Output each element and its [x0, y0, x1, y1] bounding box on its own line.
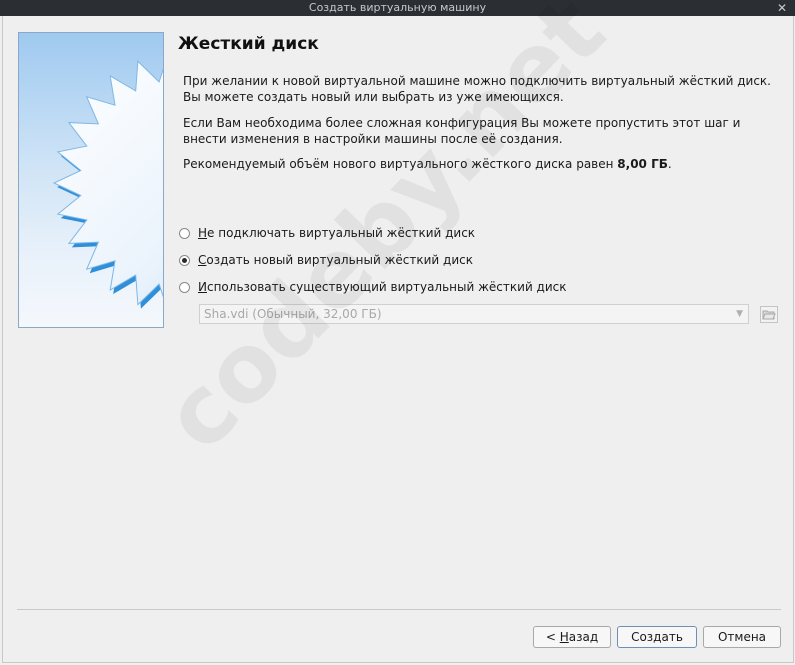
intro-text: При желании к новой виртуальной машине м…: [183, 74, 771, 104]
existing-disk-value: Sha.vdi (Обычный, 32,00 ГБ): [204, 307, 382, 321]
close-icon[interactable]: ✕: [777, 0, 787, 16]
radio-label: Не подключать виртуальный жёсткий диск: [198, 226, 476, 240]
create-button[interactable]: Создать: [617, 626, 697, 648]
radio-label: Использовать существующий виртуальный жё…: [198, 280, 567, 294]
window-title: Создать виртуальную машину: [308, 1, 487, 14]
recommended-size-value: 8,00 ГБ: [617, 157, 668, 171]
radio-create-new-disk[interactable]: Создать новый виртуальный жёсткий диск: [179, 251, 473, 269]
radio-button[interactable]: [179, 281, 190, 293]
radio-button-checked[interactable]: [179, 254, 190, 266]
page-title: Жесткий диск: [178, 34, 319, 54]
cancel-button[interactable]: Отмена: [703, 626, 781, 648]
back-button[interactable]: < Назад: [533, 626, 611, 648]
radio-no-disk[interactable]: Не подключать виртуальный жёсткий диск: [179, 224, 475, 242]
config-hint-text: Если Вам необходима более сложная конфиг…: [183, 116, 741, 146]
recommend-suffix: .: [667, 157, 672, 171]
folder-open-icon[interactable]: [760, 306, 778, 323]
existing-disk-select[interactable]: Sha.vdi (Обычный, 32,00 ГБ) ▼: [199, 304, 749, 324]
footer-divider: [17, 609, 781, 610]
title-bar: Создать виртуальную машину ✕: [0, 0, 795, 16]
recommend-prefix: Рекомендуемый объём нового виртуального …: [183, 157, 618, 171]
wizard-star-graphic: [18, 32, 164, 328]
wizard-dialog: Жесткий диск При желании к новой виртуал…: [2, 0, 794, 663]
radio-label: Создать новый виртуальный жёсткий диск: [198, 253, 473, 267]
recommended-size-text: Рекомендуемый объём нового виртуального …: [183, 156, 783, 172]
radio-button[interactable]: [179, 227, 190, 239]
radio-use-existing-disk[interactable]: Использовать существующий виртуальный жё…: [179, 278, 567, 296]
chevron-down-icon: ▼: [736, 309, 743, 319]
